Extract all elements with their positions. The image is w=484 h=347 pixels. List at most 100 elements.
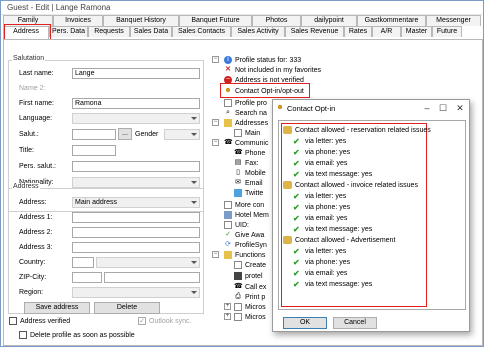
- outlook-sync-checkbox[interactable]: ✓: [138, 317, 146, 325]
- tree-label: Communic: [235, 139, 269, 147]
- address-type-select[interactable]: Main address: [72, 197, 200, 208]
- tree-item-call[interactable]: ☎ Call ex: [234, 282, 266, 292]
- zip-input[interactable]: [72, 272, 102, 283]
- tree-item-mobile[interactable]: ▯ Mobile: [234, 168, 266, 178]
- address3-label: Address 3:: [19, 244, 53, 251]
- tab-rates[interactable]: Rates: [344, 26, 372, 37]
- tab-photos[interactable]: Photos: [252, 15, 301, 26]
- tab-dailypoint[interactable]: dailypoint: [301, 15, 357, 26]
- cancel-button[interactable]: Cancel: [333, 317, 377, 329]
- print-icon: ⎙: [235, 293, 241, 300]
- title-input[interactable]: [72, 145, 116, 156]
- check-icon: ✔: [293, 191, 300, 201]
- delete-profile-checkbox[interactable]: [19, 331, 27, 339]
- tree-expander[interactable]: +: [224, 303, 231, 310]
- country-code-input[interactable]: [72, 257, 94, 268]
- x-icon: ✕: [225, 66, 231, 73]
- gender-select[interactable]: [164, 129, 200, 140]
- tab-banquet-future[interactable]: Banquet Future: [179, 15, 252, 26]
- tree-item-email[interactable]: ✉ Email: [234, 178, 262, 188]
- address1-input[interactable]: [72, 212, 200, 223]
- ok-button[interactable]: OK: [283, 317, 327, 329]
- handshake-icon: [283, 236, 292, 244]
- save-address-button[interactable]: Save address: [24, 302, 90, 314]
- tree-item-communication[interactable]: ☎ Communic: [224, 138, 268, 148]
- opt-in-item-label: via email: yes: [305, 159, 348, 167]
- tree-item-functions[interactable]: Functions: [224, 250, 265, 260]
- first-name-input[interactable]: Ramona: [72, 98, 200, 109]
- tree-item-more-contacts[interactable]: More con: [224, 200, 264, 210]
- tree-item-twitter[interactable]: Twitte: [234, 188, 263, 198]
- tab-sales-activity[interactable]: Sales Activity: [231, 26, 285, 37]
- tree-label: Micros: [245, 303, 266, 311]
- tree-item-hotel-membership[interactable]: Hotel Mem: [224, 210, 269, 220]
- twitter-icon: [234, 189, 242, 197]
- contact-opt-in-dialog: ☻ Contact Opt-in – ☐ ✕ Contact allowed -…: [272, 99, 470, 332]
- tree-expander[interactable]: −: [212, 119, 219, 126]
- tree-item-create[interactable]: Create: [234, 260, 266, 270]
- folder-icon: [224, 251, 232, 259]
- tab-invoices[interactable]: Invoices: [53, 15, 103, 26]
- tree-label: Addresses: [235, 119, 269, 127]
- language-select[interactable]: [72, 113, 200, 124]
- nationality-select[interactable]: [72, 177, 200, 188]
- chevron-down-icon: [191, 291, 197, 294]
- tab-master[interactable]: Master: [401, 26, 432, 37]
- tree-expander[interactable]: −: [212, 56, 219, 63]
- maximize-icon[interactable]: ☐: [437, 102, 449, 114]
- tab-sales-contacts[interactable]: Sales Contacts: [172, 26, 231, 37]
- tree-item-profile-status[interactable]: i Profile status for: 333: [224, 55, 301, 65]
- address3-input[interactable]: [72, 242, 200, 253]
- tab-gastkommentare[interactable]: Gastkommentare: [357, 15, 426, 26]
- city-input[interactable]: [104, 272, 200, 283]
- minimize-icon[interactable]: –: [421, 102, 433, 114]
- opt-in-item: ✔ via text message: yes: [293, 279, 372, 289]
- tree-item-profile-sync[interactable]: ⟳ ProfileSyn: [224, 240, 267, 250]
- document-icon: [234, 303, 242, 311]
- opt-in-group-reservation[interactable]: Contact allowed - reservation related is…: [283, 125, 431, 135]
- tree-item-give-away[interactable]: ✓ Give Awa: [224, 230, 264, 240]
- tree-item-protel[interactable]: protel: [234, 271, 263, 281]
- opt-in-item-label: via phone: yes: [305, 203, 351, 211]
- tree-item-print[interactable]: ⎙ Print p: [234, 292, 265, 302]
- sync-icon: ⟳: [225, 241, 231, 248]
- tree-item-phone[interactable]: ☎ Phone: [234, 148, 265, 158]
- tree-item-main-address[interactable]: Main: [234, 128, 260, 138]
- tab-future[interactable]: Future: [432, 26, 462, 37]
- delete-address-button[interactable]: Delete: [94, 302, 160, 314]
- tab-messenger[interactable]: Messenger: [426, 15, 481, 26]
- opt-in-item-label: via text message: yes: [305, 280, 373, 288]
- address2-input[interactable]: [72, 227, 200, 238]
- tree-item-search-name[interactable]: ⌕ Search na: [224, 108, 267, 118]
- country-select[interactable]: [96, 257, 200, 268]
- check-icon: ✔: [293, 169, 300, 179]
- pers-salut-input[interactable]: [72, 161, 200, 172]
- tab-requests[interactable]: Requests: [88, 26, 130, 37]
- close-icon[interactable]: ✕: [454, 102, 466, 114]
- opt-in-group-label: Contact allowed - invoice related issues: [295, 181, 418, 189]
- tree-expander[interactable]: −: [212, 139, 219, 146]
- check-icon: ✔: [293, 158, 300, 168]
- tree-item-micros-1[interactable]: Micros: [234, 302, 266, 312]
- opt-in-group-advertisement[interactable]: Contact allowed - Advertisement: [283, 235, 395, 245]
- tab-sales-data[interactable]: Sales Data: [130, 26, 172, 37]
- tab-sales-revenue[interactable]: Sales Revenue: [285, 26, 344, 37]
- tab-pers-data[interactable]: Pers. Data: [49, 26, 88, 37]
- tree-item-favorites[interactable]: ✕ Not included in my favorites: [224, 65, 321, 75]
- tab-banquet-history[interactable]: Banquet History: [103, 15, 179, 26]
- tree-item-fax[interactable]: ▤ Fax:: [234, 158, 259, 168]
- tree-item-profile-pro[interactable]: Profile pro: [224, 98, 267, 108]
- salut-input[interactable]: [72, 129, 116, 140]
- tree-item-uid[interactable]: UID:: [224, 220, 249, 230]
- tree-item-addresses[interactable]: Addresses: [224, 118, 268, 128]
- tree-expander[interactable]: −: [212, 251, 219, 258]
- address-verified-checkbox[interactable]: [9, 317, 17, 325]
- region-select[interactable]: [72, 287, 200, 298]
- tab-ar[interactable]: A/R: [372, 26, 401, 37]
- opt-in-group-invoice[interactable]: Contact allowed - invoice related issues: [283, 180, 418, 190]
- last-name-input[interactable]: Lange: [72, 68, 200, 79]
- tree-item-micros-2[interactable]: Micros: [234, 312, 266, 322]
- check-icon: ✔: [293, 279, 300, 289]
- salut-browse-button[interactable]: ...: [118, 128, 132, 140]
- tree-expander[interactable]: +: [224, 313, 231, 320]
